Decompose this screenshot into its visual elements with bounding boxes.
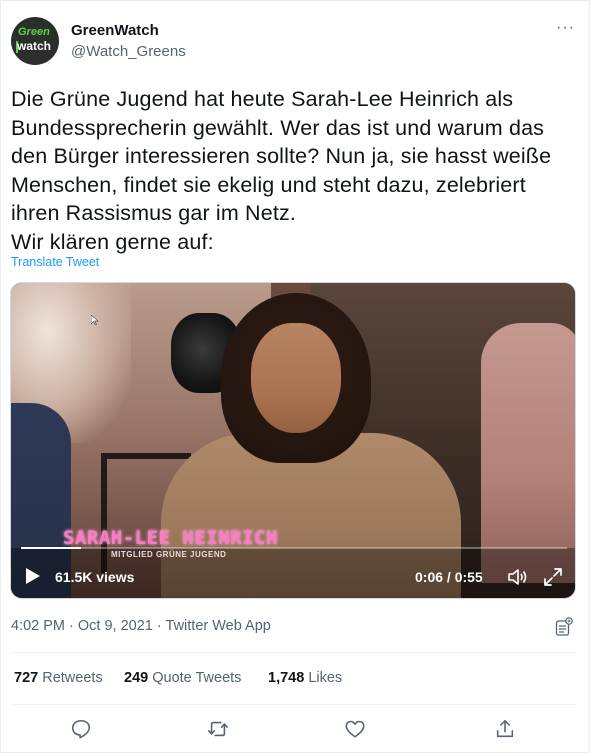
tweet-time[interactable]: 4:02 PM — [11, 618, 65, 634]
likes-stat[interactable]: 1,748 Likes — [268, 670, 342, 686]
quote-tweets-stat[interactable]: 249 Quote Tweets — [124, 670, 241, 686]
quote-tweets-label: Quote Tweets — [152, 670, 242, 686]
share-icon[interactable] — [494, 718, 516, 740]
fullscreen-icon[interactable] — [543, 567, 563, 587]
tweet-header: Green watch GreenWatch @Watch_Greens ··· — [11, 17, 581, 65]
video-frame-subject-face — [251, 323, 341, 433]
tweet-stats: 727 Retweets 249 Quote Tweets 1,748 Like… — [11, 670, 571, 690]
meta-separator: · — [69, 618, 74, 634]
video-progress-fill — [21, 547, 81, 549]
video-lower-third-name: SARAH-LEE HEINRICH — [63, 527, 278, 549]
retweets-stat[interactable]: 727 Retweets — [14, 670, 103, 686]
translate-tweet-link[interactable]: Translate Tweet — [11, 255, 99, 269]
avatar[interactable]: Green watch — [11, 17, 59, 65]
author-display-name[interactable]: GreenWatch — [71, 22, 159, 39]
tweet-text: Die Grüne Jugend hat heute Sarah-Lee Hei… — [11, 87, 552, 254]
play-icon[interactable] — [25, 567, 41, 585]
video-view-count: 61.5K views — [55, 569, 135, 585]
retweets-count: 727 — [14, 670, 39, 686]
volume-icon[interactable] — [507, 567, 529, 587]
tweet-date[interactable]: Oct 9, 2021 — [78, 618, 153, 634]
mouse-cursor-icon — [91, 315, 99, 325]
retweet-icon[interactable] — [207, 718, 229, 740]
video-player[interactable]: SARAH-LEE HEINRICH MITGLIED GRÜNE JUGEND… — [10, 282, 576, 599]
quote-tweets-count: 249 — [124, 670, 149, 686]
analytics-icon[interactable] — [555, 617, 573, 637]
retweets-label: Retweets — [42, 670, 103, 686]
likes-label: Likes — [308, 670, 343, 686]
author-handle[interactable]: @Watch_Greens — [71, 43, 186, 60]
tweet-actions — [1, 718, 590, 742]
divider — [11, 704, 577, 705]
tweet-source-app[interactable]: Twitter Web App — [166, 618, 271, 634]
video-time: 0:06 / 0:55 — [415, 569, 483, 585]
video-frame-background-person — [481, 323, 575, 583]
reply-icon[interactable] — [70, 718, 92, 740]
tweet-meta: 4:02 PM · Oct 9, 2021 · Twitter Web App — [11, 618, 271, 634]
video-lower-third-subtitle: MITGLIED GRÜNE JUGEND — [111, 550, 227, 559]
avatar-logo-line1: Green — [18, 26, 50, 38]
divider — [11, 652, 577, 653]
meta-separator: · — [156, 618, 162, 634]
video-progress-bar[interactable] — [21, 547, 567, 549]
likes-count: 1,748 — [268, 670, 305, 686]
more-dots-icon[interactable]: ··· — [556, 19, 575, 37]
tweet-card: Green watch GreenWatch @Watch_Greens ···… — [0, 0, 590, 753]
avatar-logo-line2: watch — [17, 39, 52, 53]
like-icon[interactable] — [344, 718, 366, 740]
